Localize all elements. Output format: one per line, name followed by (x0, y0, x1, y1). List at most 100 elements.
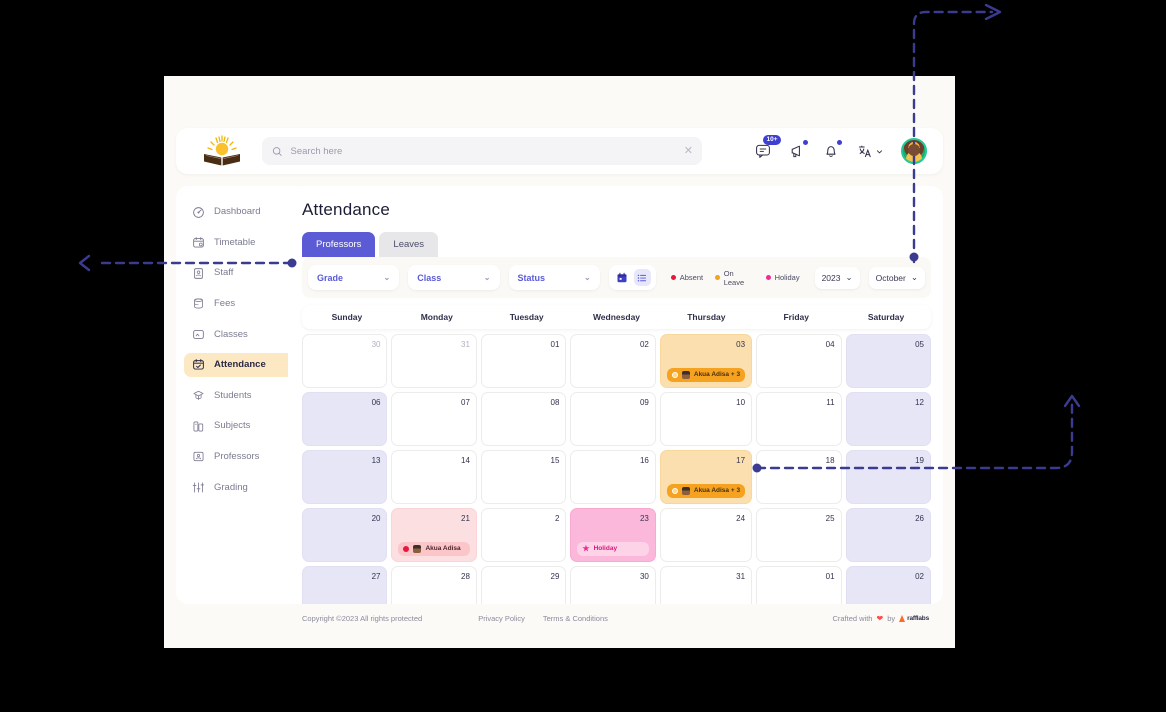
attendance-event-chip[interactable]: Akua Adisa + 3 (666, 368, 746, 382)
day-number: 25 (825, 514, 835, 523)
search-input[interactable] (290, 145, 692, 157)
tab-leaves[interactable]: Leaves (379, 232, 439, 257)
calendar-day-cell[interactable]: 03 Akua Adisa + 3 (659, 334, 753, 388)
grade-filter-select[interactable]: Grade ⌄ (308, 265, 400, 290)
day-number: 08 (550, 398, 560, 407)
star-icon: ★ (582, 544, 590, 553)
sidebar-item-label: Staff (214, 267, 234, 279)
calendar-day-cell[interactable]: 15 (480, 450, 567, 504)
avatar[interactable] (901, 138, 927, 164)
calendar-day-cell[interactable]: 19 (845, 450, 931, 504)
calendar-day-cell[interactable]: 28 (391, 566, 477, 604)
language-switcher-icon[interactable] (857, 143, 883, 159)
year-select[interactable]: 2023 ⌄ (814, 266, 860, 289)
calendar-day-cell[interactable]: 27 (302, 566, 388, 604)
attendance-event-chip[interactable]: Akua Adisa + 3 (666, 484, 746, 498)
sidebar-item-attendance[interactable]: Attendance (184, 352, 300, 377)
announcement-dot-badge (803, 140, 808, 145)
calendar-day-cell[interactable]: 31 (391, 334, 477, 388)
calendar-day-cell[interactable]: 17 Akua Adisa + 3 (659, 450, 753, 504)
sidebar-item-label: Grading (214, 481, 248, 493)
main-panel: Attendance Professors Leaves Grade ⌄ Cla… (288, 186, 943, 604)
legend-label: On Leave (723, 268, 745, 287)
calendar-day-cell[interactable]: 09 (570, 392, 656, 446)
day-number: 02 (639, 340, 649, 349)
calendar-day-cell[interactable]: 02 (570, 334, 656, 388)
sidebar-item-classes[interactable]: Classes (184, 322, 300, 346)
professors-icon (193, 452, 204, 462)
attendance-event-chip[interactable]: ★ Holiday (577, 542, 649, 556)
sidebar-item-grading[interactable]: Grading (184, 475, 300, 499)
attendance-event-chip[interactable]: Akua Adisa (398, 542, 470, 556)
calendar-day-cell[interactable]: 10 (659, 392, 753, 446)
calendar-day-cell[interactable]: 14 (391, 450, 477, 504)
calendar-day-cell[interactable]: 25 (756, 508, 842, 562)
messages-icon[interactable]: 10+ (755, 135, 782, 159)
chevron-down-icon: ⌄ (845, 272, 853, 282)
calendar-day-cell[interactable]: 2 (480, 508, 567, 562)
close-icon[interactable]: ✕ (684, 145, 693, 157)
legend-label: Holiday (774, 273, 800, 282)
status-filter-select[interactable]: Status ⌄ (508, 265, 600, 290)
sidebar-item-professors[interactable]: Professors (184, 445, 300, 469)
calendar-day-cell[interactable]: 12 (845, 392, 931, 446)
calendar-day-cell[interactable]: 29 (480, 566, 567, 604)
announcement-icon[interactable] (789, 140, 808, 159)
sidebar-item-label: Professors (214, 451, 260, 462)
calendar-day-cell[interactable]: 20 (302, 508, 388, 562)
list-view-button[interactable] (633, 269, 651, 286)
sidebar-item-staff[interactable]: Staff (184, 261, 300, 285)
terms-conditions-link[interactable]: Terms & Conditions (543, 614, 608, 623)
legend-item-absent: Absent (670, 273, 703, 282)
class-filter-select[interactable]: Class ⌄ (408, 265, 500, 290)
sidebar-item-dashboard[interactable]: Dashboard (184, 200, 300, 224)
calendar-day-cell[interactable]: 13 (302, 450, 388, 504)
search-box[interactable]: ✕ (262, 137, 702, 165)
sidebar-item-subjects[interactable]: Subjects (184, 414, 300, 438)
status-filter-label: Status (517, 272, 546, 283)
rafflabs-logo[interactable]: rafflabs (899, 615, 929, 622)
tab-professors[interactable]: Professors (302, 232, 376, 257)
calendar-day-cell[interactable]: 26 (845, 508, 931, 562)
sidebar-item-students[interactable]: Students (184, 384, 300, 408)
calendar-day-cell[interactable]: 04 (756, 334, 842, 388)
sidebar-item-fees[interactable]: Fees (184, 292, 300, 316)
calendar-day-cell[interactable]: 05 (845, 334, 931, 388)
calendar-day-cell[interactable]: 30 (570, 566, 656, 604)
calendar-day-cell[interactable]: 01 (756, 566, 842, 604)
day-number: 27 (371, 572, 381, 581)
calendar-day-cell[interactable]: 02 (845, 566, 931, 604)
month-select[interactable]: October ⌄ (868, 266, 925, 289)
calendar-day-cell[interactable]: 30 (302, 334, 388, 388)
day-header: Friday (783, 312, 809, 322)
month-value: October (875, 272, 906, 283)
heart-icon: ❤ (876, 614, 884, 623)
subjects-icon (193, 421, 204, 432)
legend-item-holiday: Holiday (765, 273, 800, 282)
calendar-day-cell[interactable]: 08 (480, 392, 567, 446)
calendar-day-cell[interactable]: 01 (480, 334, 567, 388)
rafflabs-label: rafflabs (907, 615, 929, 622)
legend-item-on-leave: On Leave (715, 269, 753, 287)
calendar-day-cell[interactable]: 11 (756, 392, 842, 446)
calendar-day-cell[interactable]: 18 (756, 450, 842, 504)
sidebar-item-timetable[interactable]: Timetable (184, 231, 300, 255)
footer-credit: Crafted with ❤ by rafflabs (832, 614, 929, 623)
notifications-icon[interactable] (823, 140, 842, 159)
privacy-policy-link[interactable]: Privacy Policy (478, 614, 525, 623)
calendar-day-cell[interactable]: 31 (659, 566, 753, 604)
calendar-day-cell[interactable]: 07 (391, 392, 477, 446)
calendar-day-cell[interactable]: 24 (659, 508, 753, 562)
calendar-day-cell[interactable]: 23 ★ Holiday (570, 508, 656, 562)
calendar-day-cell[interactable]: 06 (302, 392, 388, 446)
day-number: 17 (736, 456, 746, 465)
page-title: Attendance (302, 200, 391, 219)
day-number: 11 (826, 398, 835, 407)
calendar-day-cell[interactable]: 21 Akua Adisa (391, 508, 477, 562)
calendar-view-button[interactable] (614, 269, 631, 286)
calendar-day-cell[interactable]: 16 (570, 450, 656, 504)
sidebar-item-label: Attendance (214, 359, 266, 371)
event-label: Akua Adisa + 3 (693, 370, 741, 378)
day-number: 23 (639, 514, 649, 523)
view-toggle (608, 265, 656, 290)
